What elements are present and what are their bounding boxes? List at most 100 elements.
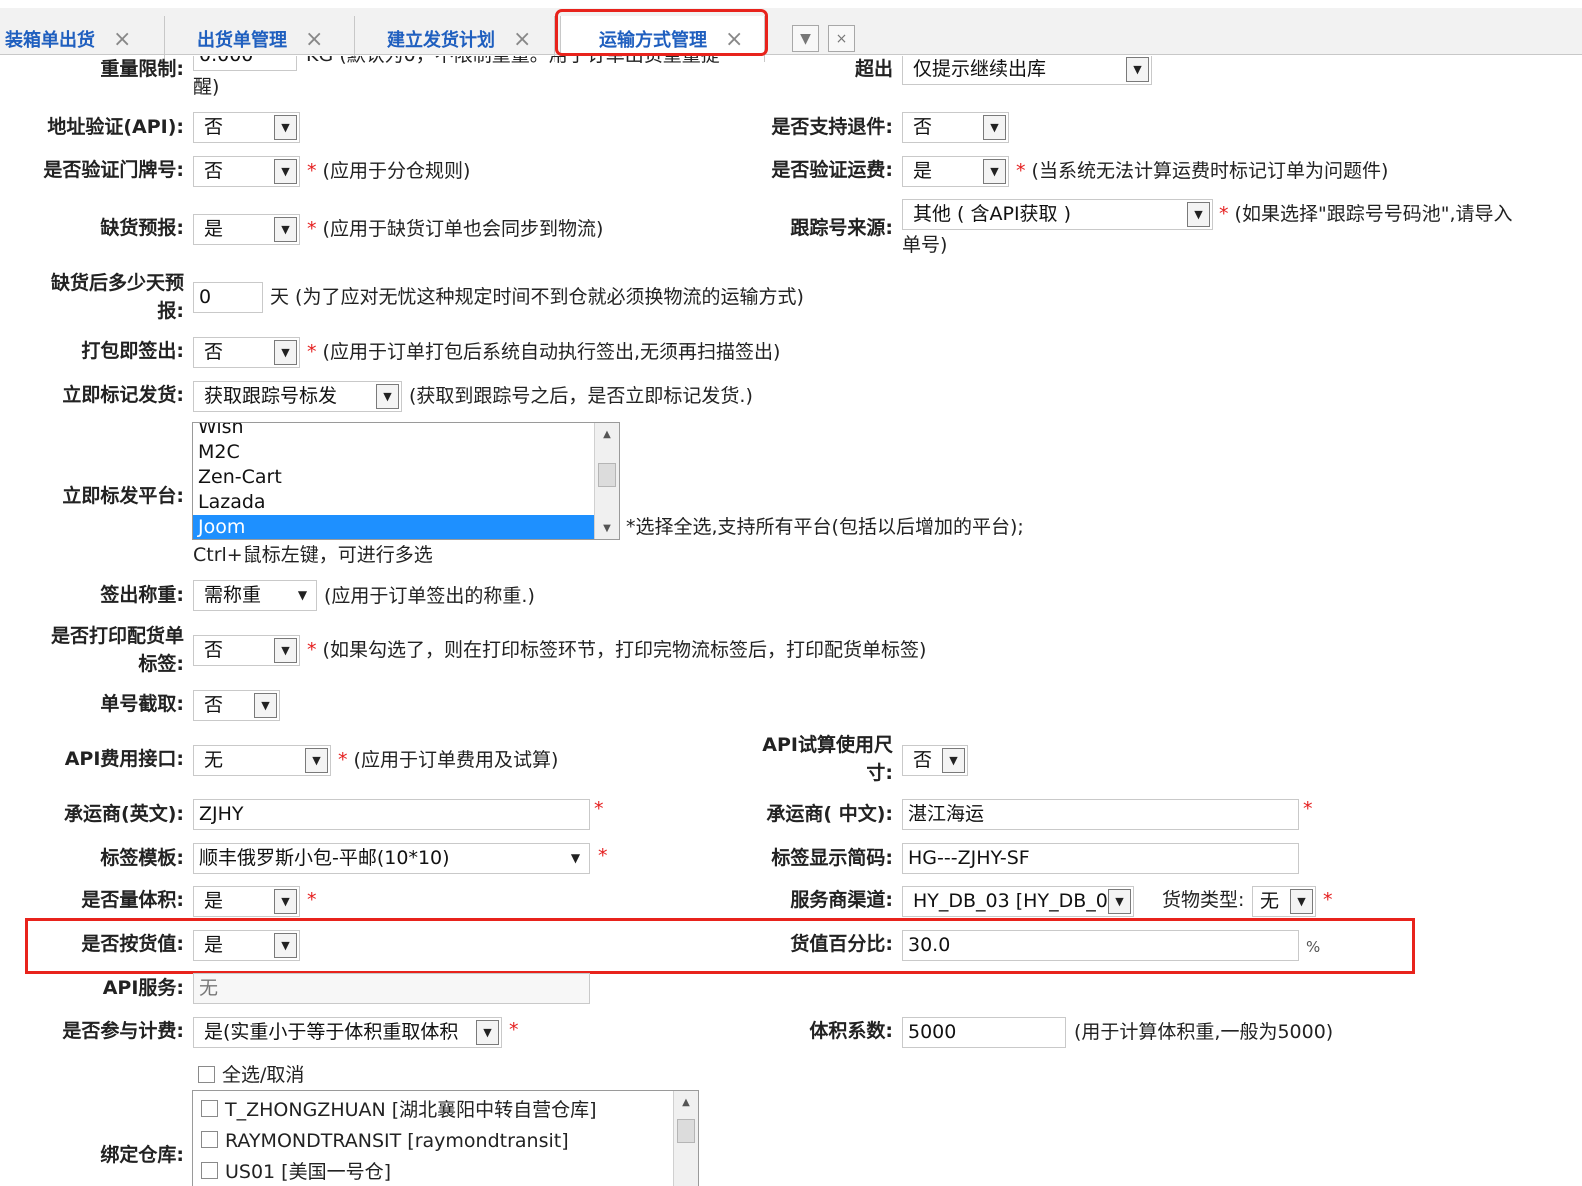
list-item[interactable]: US01 [美国一号仓]	[193, 1157, 673, 1186]
verify-freight-select[interactable]: 是 ▼	[902, 156, 1009, 187]
api-service-label: API服务:	[102, 977, 184, 999]
close-icon: ×	[835, 30, 848, 47]
select-value: 否	[204, 639, 224, 661]
chevron-down-icon: ▼	[942, 748, 965, 773]
scroll-thumb[interactable]	[598, 463, 616, 487]
bind-warehouse-label: 绑定仓库:	[100, 1144, 184, 1166]
chevron-down-icon: ▼	[297, 588, 308, 602]
api-service-input: 无	[193, 973, 590, 1004]
label-template-select[interactable]: 顺丰俄罗斯小包-平邮(10*10) ▼	[193, 843, 590, 874]
chevron-down-icon: ▼	[1126, 57, 1149, 82]
over-select[interactable]: 仅提示继续出库 ▼	[902, 56, 1152, 85]
scroll-up-icon[interactable]: ▲	[674, 1091, 698, 1113]
measure-volume-label: 是否量体积:	[81, 889, 184, 911]
note-text: (如果选择"跟踪号号码池",请导入	[1234, 203, 1513, 225]
address-verify-select[interactable]: 否 ▼	[193, 112, 300, 143]
bind-warehouse-listbox[interactable]: T_ZHONGZHUAN [湖北襄阳中转自营仓库] RAYMONDTRANSIT…	[192, 1090, 699, 1186]
mark-platform-listbox[interactable]: Wish M2C Zen-Cart Lazada Joom ▲ ▼	[192, 422, 620, 540]
tracking-source-note: * (如果选择"跟踪号号码池",请导入	[1219, 201, 1512, 228]
scroll-thumb[interactable]	[677, 1119, 695, 1143]
close-icon[interactable]: ×	[725, 27, 743, 52]
required-mark: *	[1323, 889, 1333, 911]
cargo-type-select[interactable]: 无 ▼	[1252, 886, 1316, 917]
weight-limit-input[interactable]: 0.000	[193, 56, 297, 71]
volume-factor-input[interactable]: 5000	[902, 1017, 1066, 1048]
value-percent-input[interactable]: 30.0	[902, 930, 1299, 961]
pack-signout-select[interactable]: 否 ▼	[193, 337, 300, 368]
by-value-select[interactable]: 是 ▼	[193, 930, 300, 961]
list-item-selected[interactable]: Joom	[193, 515, 596, 539]
list-item[interactable]: Zen-Cart	[193, 465, 596, 490]
weight-limit-label: 重量限制:	[100, 58, 184, 80]
support-return-select[interactable]: 否 ▼	[902, 112, 1009, 143]
list-item[interactable]: RAYMONDTRANSIT [raymondtransit]	[193, 1126, 673, 1157]
tab-dropdown-button[interactable]: ▼	[792, 25, 819, 52]
print-pick-label-select[interactable]: 否 ▼	[193, 635, 300, 666]
required-mark: *	[594, 798, 604, 820]
carrier-en-input[interactable]: ZJHY	[193, 799, 590, 830]
percent-unit: %	[1306, 938, 1321, 956]
required-mark: *	[509, 1019, 519, 1041]
required-mark: *	[1016, 160, 1026, 182]
close-icon[interactable]: ×	[305, 27, 323, 52]
tab-label: 建立发货计划	[387, 30, 495, 51]
listbox-scrollbar[interactable]: ▲	[673, 1091, 698, 1186]
print-pick-label-label-line1: 是否打印配货单	[50, 625, 184, 647]
chevron-down-icon: ▼	[1108, 889, 1131, 914]
warehouse-name: RAYMONDTRANSIT [raymondtransit]	[225, 1130, 569, 1152]
label-short-code-input[interactable]: HG---ZJHY-SF	[902, 843, 1299, 874]
chevron-down-icon: ▼	[570, 851, 581, 865]
verify-freight-note: * (当系统无法计算运费时标记订单为问题件)	[1016, 158, 1388, 185]
select-value: 仅提示继续出库	[913, 58, 1047, 80]
pack-signout-label: 打包即签出:	[81, 340, 184, 362]
verify-house-number-select[interactable]: 否 ▼	[193, 156, 300, 187]
note-text: (如果勾选了，则在打印标签环节，打印完物流标签后，打印配货单标签)	[322, 639, 927, 661]
billing-select[interactable]: 是(实重小于等于体积重取体积 ▼	[193, 1017, 502, 1048]
api-fee-select[interactable]: 无 ▼	[193, 745, 331, 776]
measure-volume-select[interactable]: 是 ▼	[193, 886, 300, 917]
close-all-tabs-button[interactable]: ×	[828, 25, 855, 52]
close-icon[interactable]: ×	[513, 27, 531, 52]
oos-days-input[interactable]: 0	[193, 282, 263, 313]
required-mark: *	[598, 845, 608, 867]
shipping-method-form: 重量限制: 0.000 KG (默认为0，不限制重量。用于订单出货重量提 醒) …	[0, 56, 1582, 1186]
scroll-down-icon[interactable]: ▼	[595, 517, 619, 539]
number-cut-select[interactable]: 否 ▼	[193, 690, 280, 721]
signout-weigh-note: (应用于订单签出的称重.)	[324, 585, 535, 607]
select-value: 否	[204, 160, 224, 182]
chevron-down-icon: ▼	[274, 638, 297, 663]
select-value: 是	[913, 160, 933, 182]
chevron-down-icon: ▼	[274, 933, 297, 958]
tracking-source-select[interactable]: 其他 ( 含API获取 ) ▼	[902, 199, 1213, 230]
api-fee-label: API费用接口:	[64, 748, 184, 770]
carrier-cn-label: 承运商( 中文):	[766, 803, 893, 825]
list-item[interactable]: M2C	[193, 440, 596, 465]
mark-shipped-select[interactable]: 获取跟踪号标发 ▼	[193, 381, 402, 412]
warehouse-checkbox[interactable]	[201, 1100, 218, 1117]
list-item[interactable]: Lazada	[193, 490, 596, 515]
select-value: 否	[204, 116, 224, 138]
select-all-checkbox[interactable]	[198, 1066, 215, 1083]
api-trial-size-select[interactable]: 否 ▼	[902, 745, 968, 776]
oos-report-select[interactable]: 是 ▼	[193, 214, 300, 245]
chevron-down-icon: ▼	[800, 30, 811, 47]
close-icon[interactable]: ×	[113, 27, 131, 52]
api-fee-note: * (应用于订单费用及试算)	[338, 747, 558, 774]
signout-weigh-select[interactable]: 需称重 ▼	[193, 580, 317, 611]
label-template-label: 标签模板:	[100, 847, 184, 869]
list-item[interactable]: Wish	[193, 423, 596, 440]
service-channel-select[interactable]: HY_DB_03 [HY_DB_03] ▼	[902, 886, 1134, 917]
tab-label: 运输方式管理	[599, 30, 707, 51]
list-item[interactable]: T_ZHONGZHUAN [湖北襄阳中转自营仓库]	[193, 1095, 673, 1126]
warehouse-checkbox[interactable]	[201, 1162, 218, 1179]
listbox-scrollbar[interactable]: ▲ ▼	[594, 423, 619, 539]
weight-limit-note-cont: 醒)	[193, 76, 220, 98]
tab-label: 出货单管理	[197, 30, 287, 51]
warehouse-checkbox[interactable]	[201, 1131, 218, 1148]
select-value: 否	[913, 116, 933, 138]
carrier-cn-input[interactable]: 湛江海运	[902, 799, 1299, 830]
chevron-down-icon: ▼	[274, 889, 297, 914]
required-mark: *	[307, 160, 317, 182]
required-mark: *	[307, 218, 317, 240]
scroll-up-icon[interactable]: ▲	[595, 423, 619, 445]
